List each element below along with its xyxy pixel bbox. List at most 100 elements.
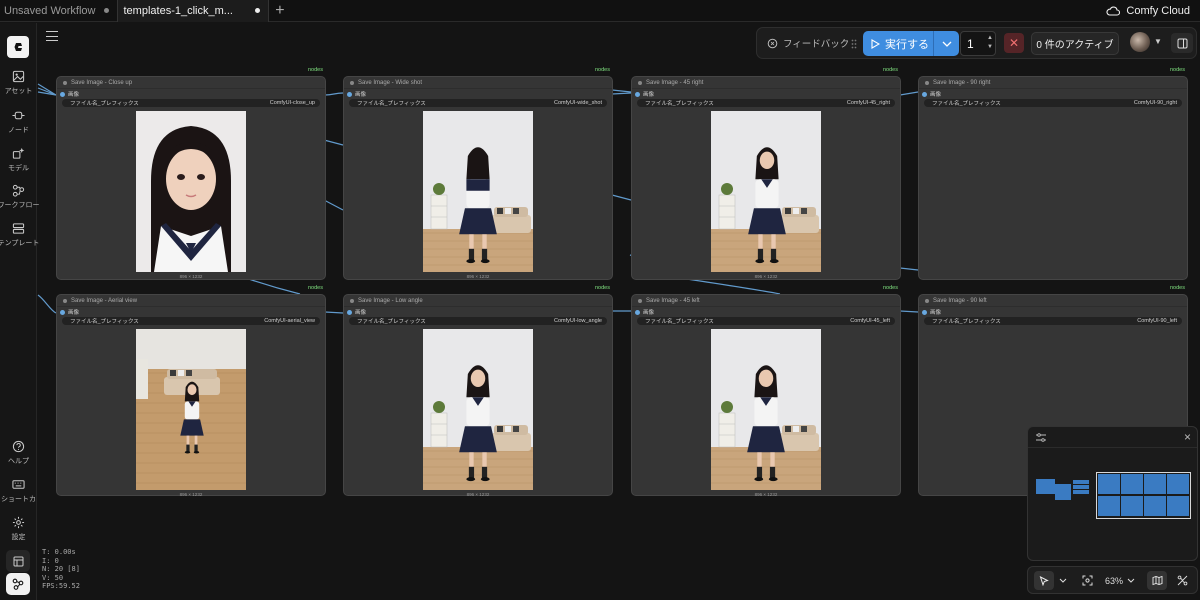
- save-image-node[interactable]: nodes Save Image - 45 left 画像 ファイル名_プレフィ…: [631, 285, 901, 497]
- sidebar-item-settings[interactable]: 設定: [0, 516, 37, 542]
- input-socket-icon[interactable]: [60, 91, 65, 97]
- workflow-graph-button[interactable]: [6, 573, 30, 595]
- filename-prefix-field[interactable]: ファイル名_プレフィックス ComfyUI-wide_shot: [349, 99, 607, 107]
- minimap-viewport[interactable]: [1096, 472, 1191, 519]
- hide-links-button[interactable]: [1172, 571, 1192, 590]
- collapse-dot-icon[interactable]: [350, 298, 354, 303]
- user-avatar[interactable]: [1130, 32, 1150, 52]
- save-image-node[interactable]: nodes Save Image - Wide shot 画像 ファイル名_プレ…: [343, 67, 613, 280]
- bottom-panel-button[interactable]: [6, 550, 30, 572]
- node-input-images[interactable]: 画像: [919, 89, 1187, 99]
- comfy-logo[interactable]: [7, 36, 29, 58]
- output-image[interactable]: [711, 111, 821, 272]
- collapse-dot-icon[interactable]: [925, 80, 929, 85]
- comfy-cloud-indicator[interactable]: Comfy Cloud: [1106, 0, 1190, 22]
- filename-prefix-field[interactable]: ファイル名_プレフィックス ComfyUI-low_angle: [349, 317, 607, 325]
- input-socket-icon[interactable]: [635, 91, 640, 97]
- input-socket-icon[interactable]: [635, 309, 640, 315]
- node-title-bar[interactable]: Save Image - Close up: [57, 77, 325, 89]
- save-image-node[interactable]: nodes Save Image - Close up 画像 ファイル名_プレフ…: [56, 67, 326, 280]
- node-input-images[interactable]: 画像: [57, 89, 325, 99]
- node-title-bar[interactable]: Save Image - 90 right: [919, 77, 1187, 89]
- fit-view-button[interactable]: [1078, 571, 1096, 590]
- hamburger-menu-icon[interactable]: [46, 31, 58, 41]
- sliders-icon[interactable]: [1036, 433, 1046, 442]
- sidebar-item-templates[interactable]: テンプレート: [0, 222, 39, 248]
- tool-menu-button[interactable]: [1056, 571, 1070, 590]
- collapse-dot-icon[interactable]: [925, 298, 929, 303]
- save-image-node[interactable]: nodes Save Image - Aerial view 画像 ファイル名_…: [56, 285, 326, 497]
- collapse-dot-icon[interactable]: [638, 80, 642, 85]
- tab-templates[interactable]: templates-1_click_m...: [116, 0, 269, 22]
- output-image[interactable]: [711, 329, 821, 490]
- node-input-images[interactable]: 画像: [919, 307, 1187, 317]
- run-button[interactable]: 実行する: [863, 31, 959, 56]
- queue-count-input[interactable]: 1 ▲ ▼: [960, 31, 996, 56]
- sidebar-item-help[interactable]: ヘルプ: [0, 440, 37, 466]
- run-options-button[interactable]: [933, 31, 959, 56]
- input-socket-icon[interactable]: [922, 91, 927, 97]
- node-input-images[interactable]: 画像: [344, 89, 612, 99]
- queue-stepper[interactable]: ▲ ▼: [987, 34, 993, 52]
- filename-prefix-field[interactable]: ファイル名_プレフィックス ComfyUI-45_left: [637, 317, 895, 325]
- collapse-dot-icon[interactable]: [63, 298, 67, 303]
- collapse-dot-icon[interactable]: [350, 80, 354, 85]
- node-input-images[interactable]: 画像: [344, 307, 612, 317]
- filename-prefix-field[interactable]: ファイル名_プレフィックス ComfyUI-close_up: [62, 99, 320, 107]
- node-title-bar[interactable]: Save Image - 45 left: [632, 295, 900, 307]
- tab-unsaved-workflow[interactable]: Unsaved Workflow: [0, 0, 117, 22]
- node-title-bar[interactable]: Save Image - 90 left: [919, 295, 1187, 307]
- node-title-bar[interactable]: Save Image - Aerial view: [57, 295, 325, 307]
- node-title-bar[interactable]: Save Image - Wide shot: [344, 77, 612, 89]
- node-title: Save Image - Low angle: [358, 297, 423, 304]
- node-input-images[interactable]: 画像: [632, 89, 900, 99]
- active-jobs-button[interactable]: 0 件のアクティブ: [1031, 32, 1119, 55]
- canvas-controls: 63%: [1027, 566, 1198, 594]
- node-title-bar[interactable]: Save Image - Low angle: [344, 295, 612, 307]
- collapse-dot-icon[interactable]: [638, 298, 642, 303]
- sidebar-item-assets[interactable]: アセット: [0, 70, 37, 96]
- cancel-run-button[interactable]: ✕: [1004, 33, 1024, 53]
- node-title: Save Image - Close up: [71, 79, 133, 86]
- drag-grip-icon[interactable]: [851, 39, 857, 49]
- toggle-panel-button[interactable]: [1171, 33, 1193, 53]
- output-image[interactable]: [136, 111, 246, 272]
- input-socket-icon[interactable]: [347, 91, 352, 97]
- output-image[interactable]: [136, 329, 246, 490]
- minimap[interactable]: ×: [1027, 426, 1198, 561]
- node-title-bar[interactable]: Save Image - 45 right: [632, 77, 900, 89]
- filename-prefix-field[interactable]: ファイル名_プレフィックス ComfyUI-90_right: [924, 99, 1182, 107]
- save-image-node[interactable]: nodes Save Image - Low angle 画像 ファイル名_プレ…: [343, 285, 613, 497]
- action-bar: フィードバック 実行する 1 ▲ ▼ ✕ 0 件のアクティブ ▼: [756, 27, 1197, 59]
- feedback-label: フィードバック: [783, 39, 850, 50]
- chevron-down-icon[interactable]: ▼: [1154, 37, 1162, 46]
- filename-prefix-field[interactable]: ファイル名_プレフィックス ComfyUI-aerial_view: [62, 317, 320, 325]
- output-image[interactable]: [423, 111, 533, 272]
- save-image-node[interactable]: nodes Save Image - 90 right 画像 ファイル名_プレフ…: [918, 67, 1188, 280]
- close-icon[interactable]: ×: [1184, 430, 1191, 444]
- filename-prefix-field[interactable]: ファイル名_プレフィックス ComfyUI-45_right: [637, 99, 895, 107]
- feedback-button[interactable]: フィードバック: [767, 36, 849, 50]
- sidebar-item-label: ヘルプ: [8, 458, 29, 465]
- sidebar-item-workflows[interactable]: ワークフロー: [0, 184, 40, 210]
- sidebar-item-nodes[interactable]: ノード: [0, 109, 37, 135]
- output-image[interactable]: [423, 329, 533, 490]
- run-button-main[interactable]: 実行する: [863, 36, 933, 52]
- input-socket-icon[interactable]: [347, 309, 352, 315]
- cloud-icon: [1106, 6, 1121, 16]
- collapse-dot-icon[interactable]: [63, 80, 67, 85]
- sidebar-item-shortcuts[interactable]: ショートカ: [0, 478, 37, 504]
- minimap-toggle-button[interactable]: [1147, 571, 1167, 590]
- add-tab-button[interactable]: +: [269, 0, 291, 22]
- sidebar-item-models[interactable]: モデル: [0, 147, 37, 173]
- input-socket-icon[interactable]: [922, 309, 927, 315]
- filename-prefix-field[interactable]: ファイル名_プレフィックス ComfyUI-90_left: [924, 317, 1182, 325]
- node-input-images[interactable]: 画像: [632, 307, 900, 317]
- widget-value: ComfyUI-low_angle: [554, 318, 602, 324]
- save-image-node[interactable]: nodes Save Image - 45 right 画像 ファイル名_プレフ…: [631, 67, 901, 280]
- select-tool-button[interactable]: [1034, 571, 1054, 590]
- zoom-control[interactable]: 63%: [1100, 571, 1140, 590]
- widget-label: ファイル名_プレフィックス: [357, 319, 426, 325]
- input-socket-icon[interactable]: [60, 309, 65, 315]
- node-input-images[interactable]: 画像: [57, 307, 325, 317]
